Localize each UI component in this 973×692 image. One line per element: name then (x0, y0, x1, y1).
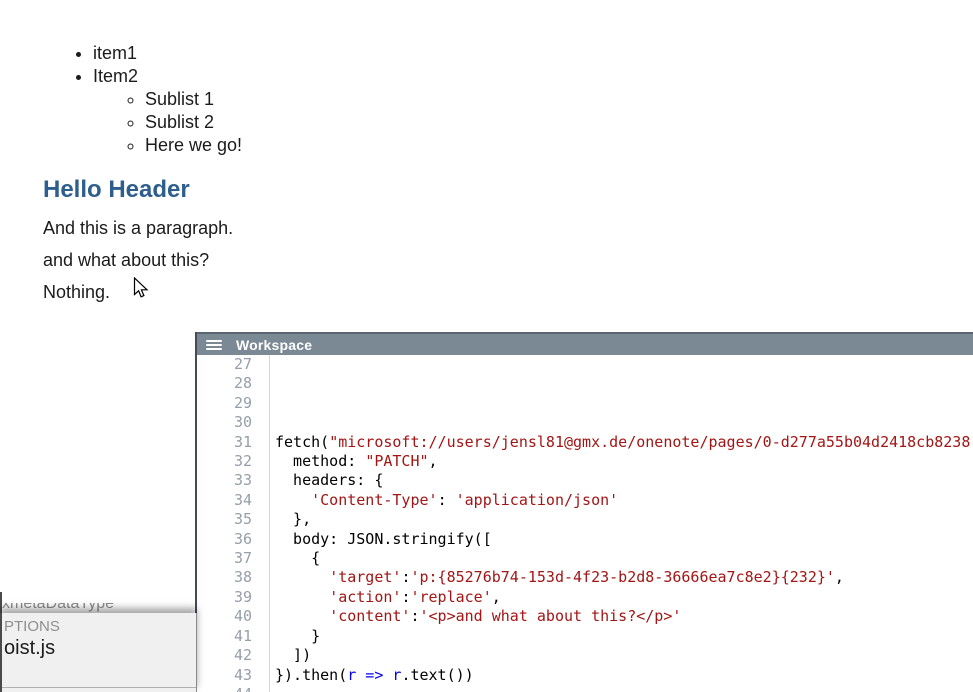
line-number: 41 (197, 627, 252, 646)
code-line: 'action':'replace', (275, 588, 973, 607)
line-number: 39 (197, 588, 252, 607)
code-token: : (410, 607, 419, 625)
code-token: .text()) (401, 666, 473, 684)
code-token: 'replace' (410, 588, 491, 606)
code-line: fetch("microsoft://users/jensl81@gmx.de/… (275, 433, 973, 452)
sub-list-item-label: Sublist 1 (145, 89, 214, 109)
sub-list-item: Here we go! (145, 134, 242, 157)
code-token: 'p:{85276b74-153d-4f23-b2d8-36666ea7c8e2… (410, 568, 834, 586)
workspace-panel: Workspace 272829303132333435363738394041… (195, 332, 973, 692)
code-token (275, 491, 311, 509)
code-token: 'Content-Type' (311, 491, 437, 509)
code-token: 'target' (329, 568, 401, 586)
code-token (275, 568, 329, 586)
line-number: 37 (197, 549, 252, 568)
code-line (275, 355, 973, 374)
page-heading: Hello Header (43, 176, 190, 204)
clipped-popup-item[interactable]: xmetaDataType (2, 603, 188, 613)
line-number: 33 (197, 471, 252, 490)
code-token: : (438, 491, 456, 509)
popup-item[interactable]: PTIONS (2, 617, 196, 636)
list-item: item1 (93, 42, 242, 65)
code-token: 'application/json' (456, 491, 619, 509)
code-token: }).then( (275, 666, 347, 684)
code-token: }, (275, 510, 311, 528)
code-token: , (492, 588, 501, 606)
code-line (275, 685, 973, 692)
code-editor[interactable]: fetch("microsoft://users/jensl81@gmx.de/… (270, 355, 973, 692)
mouse-pointer-icon (133, 277, 149, 299)
code-token: r => r (347, 666, 401, 684)
code-line: method: "PATCH", (275, 452, 973, 471)
paragraph: And this is a paragraph. (43, 218, 233, 239)
workspace-header: Workspace (197, 332, 973, 355)
line-number: 28 (197, 374, 252, 393)
code-token: body: JSON.stringify([ (275, 530, 492, 548)
code-token: fetch( (275, 433, 329, 451)
editor-body: 272829303132333435363738394041424344 fet… (197, 355, 973, 692)
autocomplete-popup: PTIONS oist.js (0, 613, 197, 692)
clipped-popup-item-label: xmetaDataType (2, 603, 188, 613)
line-number: 34 (197, 491, 252, 510)
sub-list-item-label: Sublist 2 (145, 112, 214, 132)
code-token: "microsoft://users/jensl81@gmx.de/onenot… (329, 433, 970, 451)
code-line: ]) (275, 646, 973, 665)
code-token: "PATCH" (365, 452, 428, 470)
popup-divider (2, 687, 196, 688)
code-token: 'action' (329, 588, 401, 606)
code-line: body: JSON.stringify([ (275, 530, 973, 549)
line-number: 31 (197, 433, 252, 452)
line-number: 32 (197, 452, 252, 471)
line-number: 42 (197, 646, 252, 665)
code-line: headers: { (275, 471, 973, 490)
sub-list-item: Sublist 1 (145, 88, 242, 111)
code-token: '<p>and what about this?</p>' (420, 607, 682, 625)
code-line (275, 374, 973, 393)
workspace-title: Workspace (236, 337, 312, 353)
code-token: } (275, 627, 320, 645)
line-numbers: 272829303132333435363738394041424344 (197, 355, 270, 692)
line-number: 27 (197, 355, 252, 374)
sub-list: Sublist 1 Sublist 2 Here we go! (93, 88, 242, 157)
paragraph: Nothing. (43, 282, 110, 303)
code-token (275, 588, 329, 606)
code-line: 'Content-Type': 'application/json' (275, 491, 973, 510)
list-item: Item2 Sublist 1 Sublist 2 Here we go! (93, 65, 242, 157)
code-token: method: (275, 452, 365, 470)
popup-item[interactable]: oist.js (2, 636, 196, 661)
code-token: , (429, 452, 438, 470)
code-token: headers: { (275, 471, 383, 489)
list-item-label: Item2 (93, 66, 138, 86)
code-token: , (835, 568, 844, 586)
list-item-label: item1 (93, 43, 137, 63)
line-number: 36 (197, 530, 252, 549)
page: item1 Item2 Sublist 1 Sublist 2 Here we … (0, 0, 973, 692)
line-number: 40 (197, 607, 252, 626)
line-number: 38 (197, 568, 252, 587)
code-token: ]) (275, 646, 311, 664)
code-line (275, 394, 973, 413)
hamburger-menu-icon[interactable] (206, 338, 222, 352)
code-token (275, 607, 329, 625)
code-line: { (275, 549, 973, 568)
line-number: 30 (197, 413, 252, 432)
code-line: } (275, 627, 973, 646)
code-line (275, 413, 973, 432)
code-token: { (275, 549, 320, 567)
sub-list-item-label: Here we go! (145, 135, 242, 155)
line-number: 29 (197, 394, 252, 413)
line-number: 43 (197, 666, 252, 685)
paragraph: and what about this? (43, 250, 209, 271)
line-number: 44 (197, 685, 252, 692)
line-number: 35 (197, 510, 252, 529)
code-line: }, (275, 510, 973, 529)
bullet-list: item1 Item2 Sublist 1 Sublist 2 Here we … (60, 42, 242, 157)
code-line: }).then(r => r.text()) (275, 666, 973, 685)
code-token: 'content' (329, 607, 410, 625)
code-line: 'target':'p:{85276b74-153d-4f23-b2d8-366… (275, 568, 973, 587)
code-line: 'content':'<p>and what about this?</p>' (275, 607, 973, 626)
sub-list-item: Sublist 2 (145, 111, 242, 134)
